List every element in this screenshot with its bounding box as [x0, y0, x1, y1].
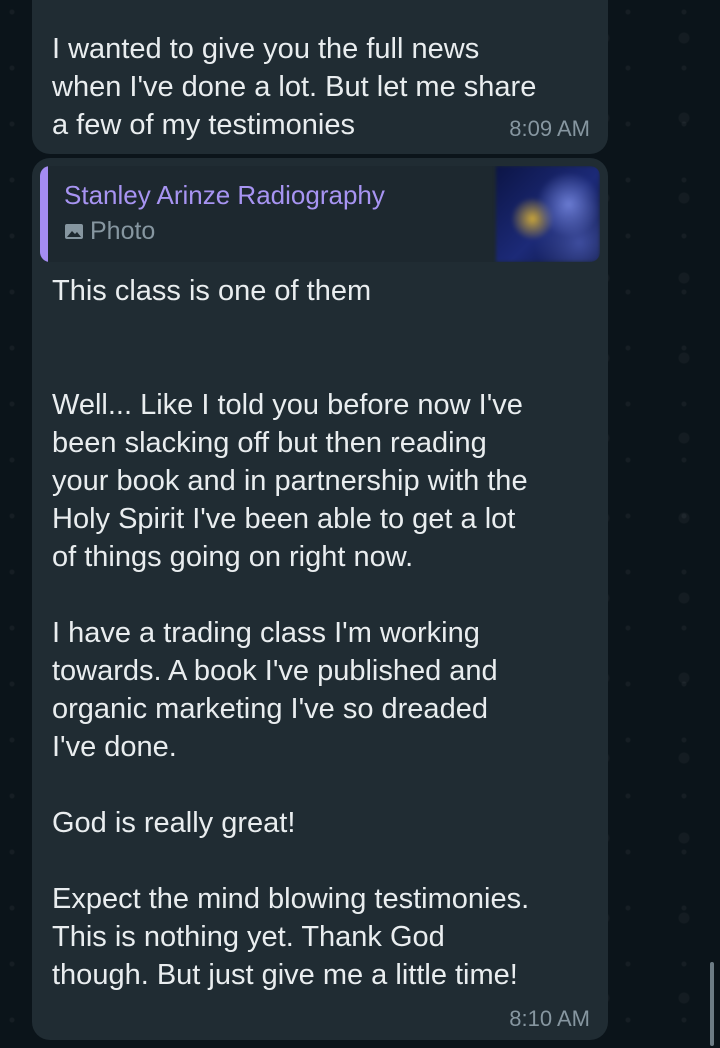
quoted-media-label: Photo	[90, 217, 156, 245]
quote-body: Stanley Arinze Radiography Photo	[48, 166, 496, 262]
message-text: I wanted to give you the full news when …	[52, 33, 537, 141]
message-timestamp: 8:09 AM	[509, 116, 590, 141]
message-bubble[interactable]: Stanley Arinze Radiography Photo This cl…	[32, 158, 608, 1040]
photo-icon	[65, 224, 83, 239]
scrollbar[interactable]	[710, 962, 714, 1046]
quoted-author: Stanley Arinze Radiography	[64, 180, 385, 210]
quoted-media-type: Photo	[64, 217, 496, 246]
quoted-reply[interactable]: Stanley Arinze Radiography Photo	[40, 166, 600, 262]
message-text: This class is one of them Well... Like I…	[52, 275, 530, 991]
message-bubble[interactable]: I wanted to give you the full news when …	[32, 0, 608, 154]
quoted-photo-thumbnail[interactable]	[496, 166, 600, 262]
message-timestamp: 8:10 AM	[509, 1006, 590, 1031]
quote-accent-bar	[40, 166, 48, 262]
